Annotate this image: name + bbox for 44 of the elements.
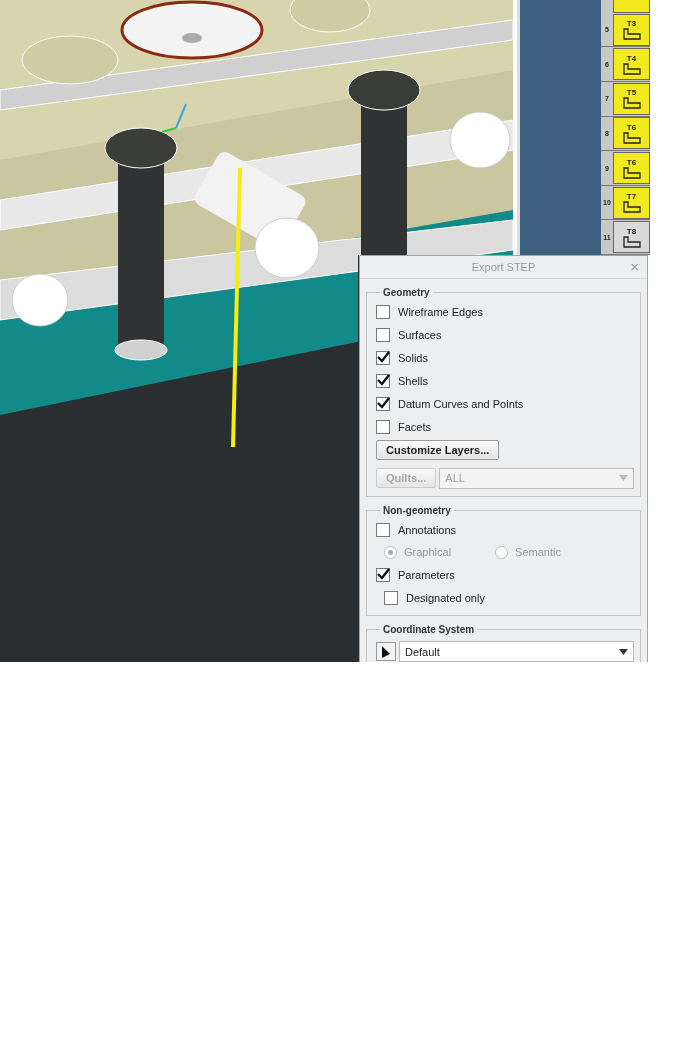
option-label: Graphical (404, 546, 452, 558)
pointer-icon (381, 645, 391, 658)
checkbox[interactable] (376, 419, 390, 434)
tool-profile-icon (621, 28, 642, 41)
group-legend: Geometry (380, 287, 433, 298)
checkbox[interactable] (376, 373, 390, 388)
option-label: Solids (398, 351, 428, 364)
dropdown-arrow-icon (619, 648, 628, 655)
option-label: Wireframe Edges (398, 305, 483, 318)
tool-label: T5 (626, 88, 637, 98)
option-label: Facets (398, 420, 431, 433)
checkbox[interactable] (376, 327, 390, 342)
checkbox[interactable] (376, 396, 390, 411)
option-label: Semantic (515, 546, 561, 558)
checkbox[interactable] (384, 590, 398, 605)
checkbox[interactable] (376, 350, 390, 365)
tool-profile-icon (621, 166, 642, 179)
tool-label: T6 (626, 122, 637, 132)
group-legend: Coordinate System (380, 624, 478, 635)
checkbox[interactable] (376, 567, 390, 582)
tool-label: T7 (626, 192, 637, 202)
tool-label: T3 (626, 19, 637, 29)
customize-layers-button[interactable]: Customize Layers... (376, 440, 500, 460)
group-legend: Non-geometry (380, 505, 454, 516)
coordinate-system-dropdown[interactable]: Default (399, 641, 634, 662)
tool-profile-icon (621, 62, 642, 75)
tool-label: T8 (626, 226, 637, 236)
option-label: Surfaces (398, 328, 442, 341)
dropdown-arrow-icon (619, 475, 628, 481)
option-label: Shells (398, 374, 428, 387)
option-label: Parameters (398, 568, 455, 581)
tool-profile-icon (621, 97, 642, 110)
tool-profile-icon (621, 201, 642, 214)
select-button[interactable] (376, 642, 396, 661)
checkbox[interactable] (376, 304, 390, 319)
tool-profile-icon (621, 235, 642, 248)
tool-label: T6 (626, 157, 637, 167)
dialog-title: Export STEP (471, 261, 536, 273)
option-label: Datum Curves and Points (398, 397, 524, 410)
option-label: Designated only (406, 591, 485, 604)
checkbox[interactable] (376, 522, 390, 537)
tool-label: T4 (626, 53, 637, 63)
tool-profile-icon (621, 131, 642, 144)
option-label: Annotations (398, 523, 457, 536)
